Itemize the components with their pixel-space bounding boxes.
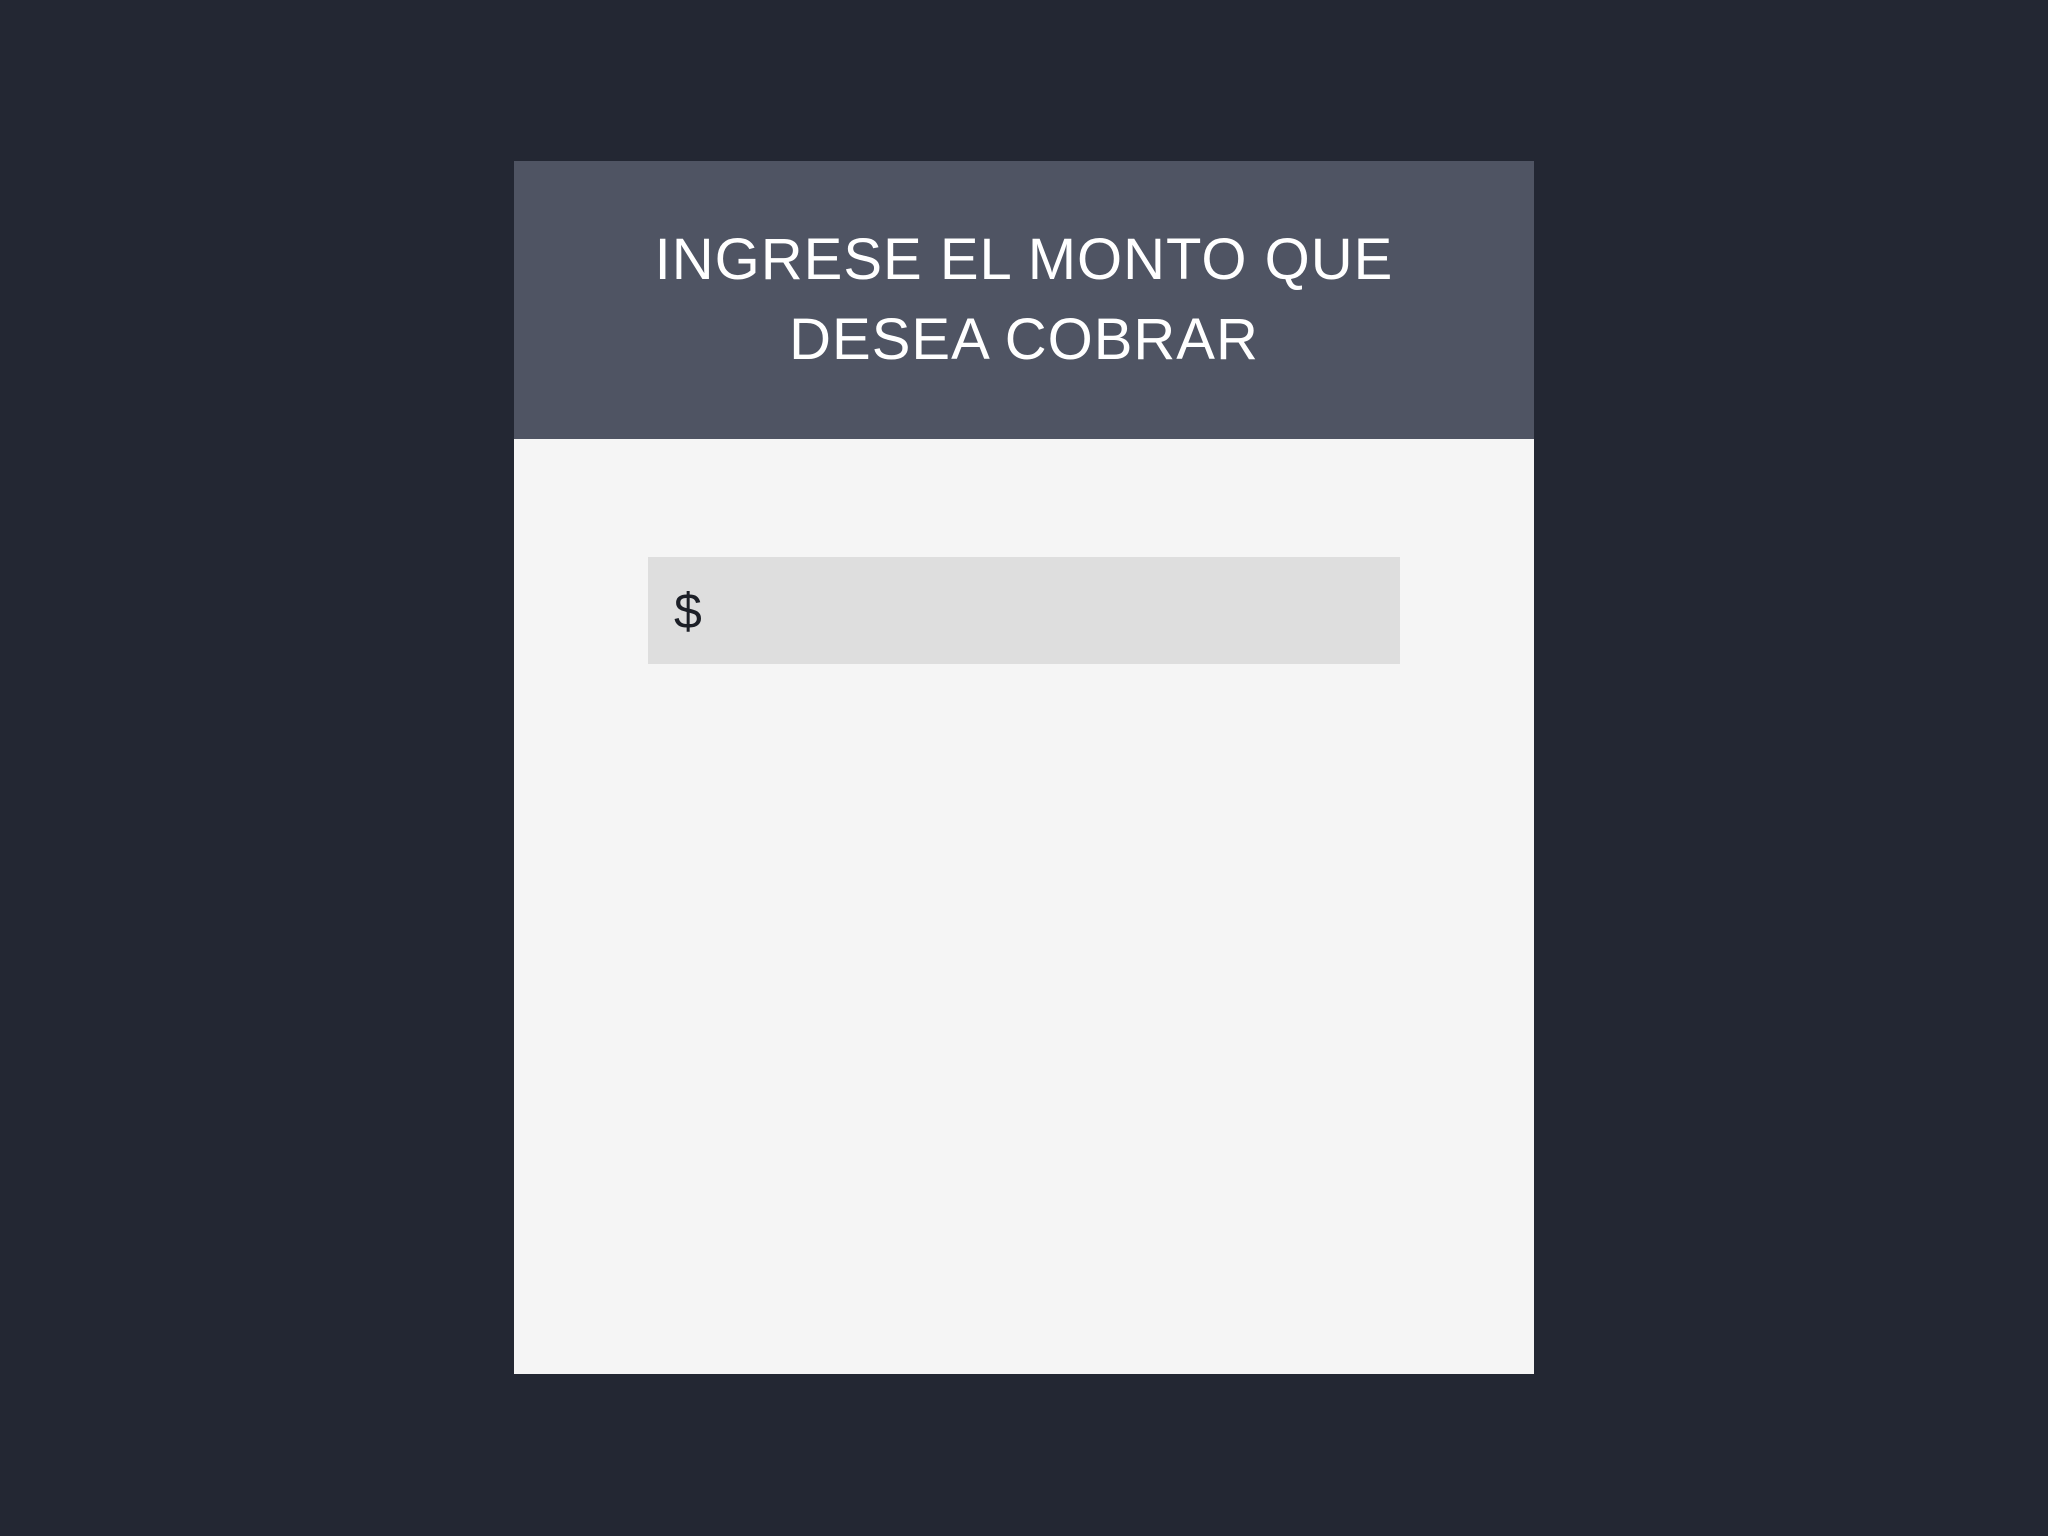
amount-field[interactable]: $ <box>648 557 1400 664</box>
amount-input[interactable] <box>711 557 1400 664</box>
card-header: INGRESE EL MONTO QUE DESEA COBRAR <box>514 161 1534 439</box>
charge-amount-card: INGRESE EL MONTO QUE DESEA COBRAR $ <box>514 161 1534 1374</box>
page-title: INGRESE EL MONTO QUE DESEA COBRAR <box>654 227 1394 372</box>
currency-symbol: $ <box>674 582 702 639</box>
card-body: $ <box>514 439 1534 1374</box>
